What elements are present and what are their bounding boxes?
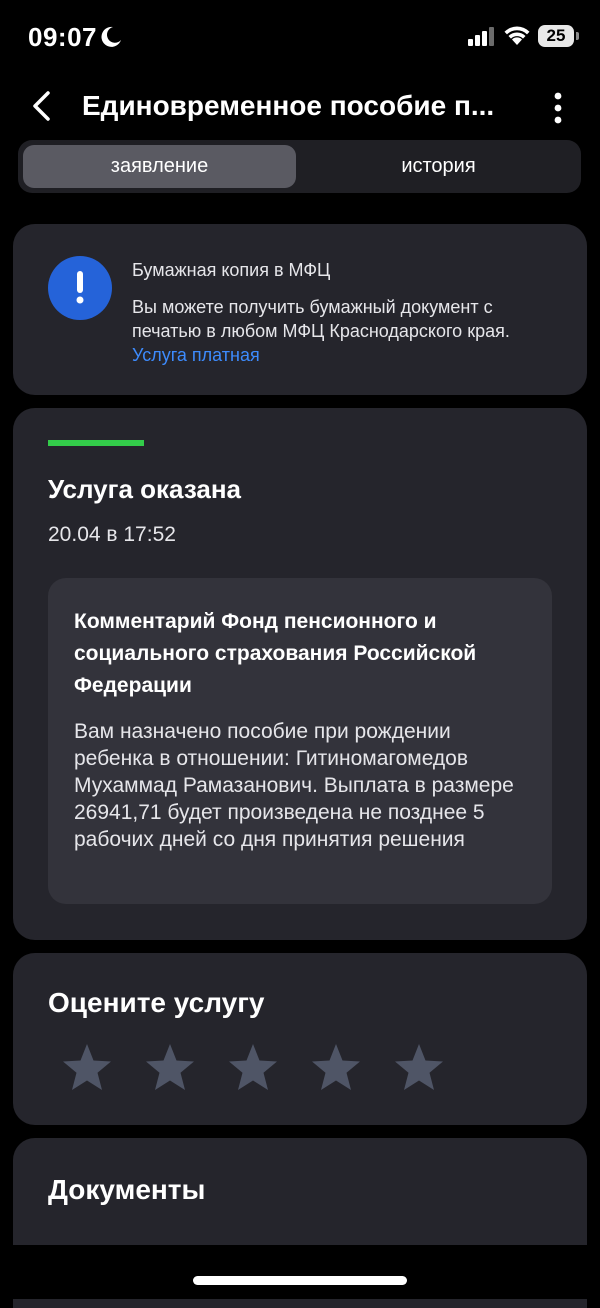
battery-indicator: 25 — [538, 25, 574, 47]
paper-copy-notice-card: Бумажная копия в МФЦ Вы можете получить … — [13, 224, 587, 395]
notice-body: Вы можете получить бумажный документ с п… — [132, 295, 562, 367]
page-title: Единовременное пособие п... — [82, 90, 495, 121]
status-date: 20.04 в 17:52 — [48, 523, 176, 546]
back-arrow-icon[interactable] — [26, 88, 60, 124]
segmented-control: заявление история — [18, 140, 581, 193]
moon-icon — [101, 26, 121, 47]
star-icon-5[interactable] — [391, 1041, 447, 1097]
bottom-safe-area — [0, 1245, 600, 1299]
comment-text: Вам назначено пособие при рождении ребен… — [74, 720, 514, 851]
rating-title: Оцените услугу — [48, 987, 265, 1018]
home-indicator[interactable] — [193, 1276, 407, 1285]
battery-level: 25 — [546, 26, 566, 45]
comment-box: Комментарий Фонд пенсионного и социально… — [48, 578, 552, 904]
star-icon-1[interactable] — [59, 1041, 115, 1097]
tab-application[interactable]: заявление — [23, 145, 296, 188]
star-icon-2[interactable] — [142, 1041, 198, 1097]
status-title: Услуга оказана — [48, 474, 242, 504]
star-icon-4[interactable] — [308, 1041, 364, 1097]
app-header: Единовременное пособие п... — [0, 80, 600, 132]
paid-service-link[interactable]: Услуга платная — [132, 345, 260, 365]
more-options-icon[interactable] — [546, 88, 570, 128]
documents-title: Документы — [48, 1174, 206, 1205]
battery-tip — [576, 32, 579, 40]
comment-title: Комментарий Фонд пенсионного и социально… — [74, 610, 477, 697]
star-icon-3[interactable] — [225, 1041, 281, 1097]
exclamation-icon — [48, 256, 112, 320]
notice-title: Бумажная копия в МФЦ — [132, 260, 331, 280]
rate-service-card: Оцените услугу — [13, 953, 587, 1125]
cellular-signal-icon — [468, 27, 494, 46]
service-status-card: Услуга оказана 20.04 в 17:52 Комментарий… — [13, 408, 587, 940]
status-time: 09:07 — [28, 22, 97, 52]
status-bar: 09:07 25 — [0, 0, 600, 72]
tab-history[interactable]: история — [301, 145, 576, 188]
status-progress-line — [48, 440, 144, 446]
notice-text: Вы можете получить бумажный документ с п… — [132, 297, 510, 341]
wifi-icon — [504, 26, 530, 45]
